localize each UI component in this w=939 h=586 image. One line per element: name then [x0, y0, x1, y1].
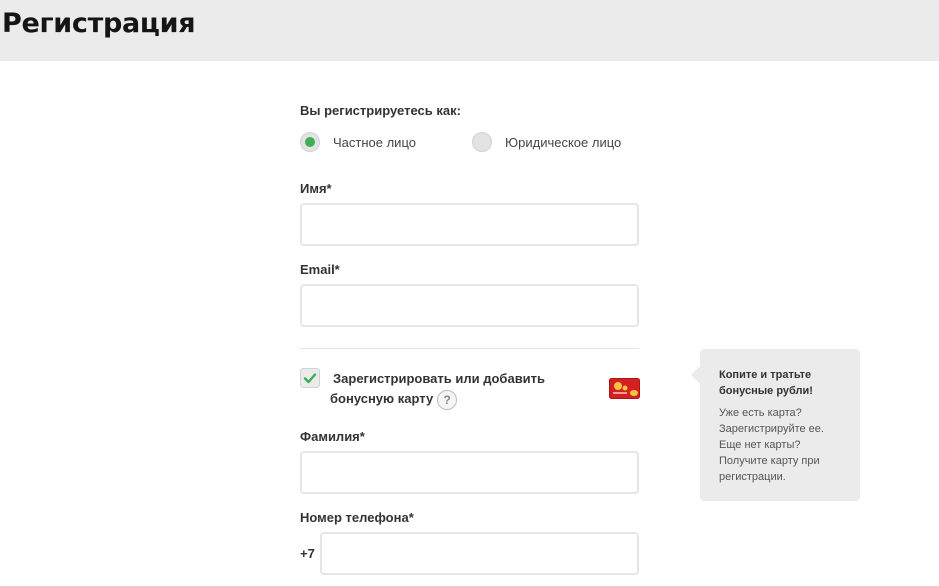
radio-legal-entity-label[interactable]: Юридическое лицо [505, 135, 621, 150]
radio-legal-entity-indicator[interactable] [472, 132, 492, 152]
email-label: Email* [300, 262, 340, 277]
tooltip-line: Еще нет карты? [719, 439, 801, 451]
bonus-card-tooltip: Копите и тратьте бонусные рубли! Уже ест… [691, 349, 860, 501]
radio-private-person-label[interactable]: Частное лицо [333, 135, 416, 150]
registration-form: Вы регистрируетесь как: Частное лицо Юри… [300, 0, 640, 586]
last-name-input[interactable] [300, 451, 639, 494]
tooltip-title-line2: бонусные рубли! [719, 385, 813, 397]
tooltip-line: Уже есть карта? [719, 407, 802, 419]
bonus-card-label: Зарегистрировать или добавить бонусную к… [330, 369, 570, 410]
checkmark-icon [303, 373, 317, 384]
bonus-card-checkbox[interactable] [300, 368, 320, 388]
bonus-card-label-line2: бонусную карту [330, 391, 434, 406]
tooltip-title-line1: Копите и тратьте [719, 369, 812, 381]
phone-country-code: +7 [300, 546, 315, 561]
bonus-card-label-line1: Зарегистрировать или добавить [333, 371, 546, 386]
question-icon[interactable]: ? [437, 389, 458, 410]
tooltip-line: регистрации. [719, 471, 786, 483]
radio-private-person-indicator[interactable] [300, 132, 320, 152]
account-type-radio-group: Частное лицо Юридическое лицо [300, 132, 640, 156]
tooltip-line: Получите карту при [719, 455, 820, 467]
page-title: Регистрация [2, 8, 196, 39]
divider [300, 348, 639, 349]
first-name-label: Имя* [300, 181, 332, 196]
first-name-input[interactable] [300, 203, 639, 246]
radio-private-person[interactable]: Частное лицо [300, 132, 416, 152]
radio-legal-entity[interactable]: Юридическое лицо [472, 132, 621, 152]
last-name-label: Фамилия* [300, 429, 365, 444]
tooltip-title: Копите и тратьте бонусные рубли! [719, 367, 850, 399]
register-as-label: Вы регистрируетесь как: [300, 103, 461, 118]
email-input[interactable] [300, 284, 639, 327]
phone-input[interactable] [320, 532, 639, 575]
phone-label: Номер телефона* [300, 510, 414, 525]
tooltip-line: Зарегистрируйте ее. [719, 423, 824, 435]
bonus-card-icon [609, 378, 640, 399]
tooltip-body: Уже есть карта? Зарегистрируйте ее. Еще … [719, 405, 850, 485]
